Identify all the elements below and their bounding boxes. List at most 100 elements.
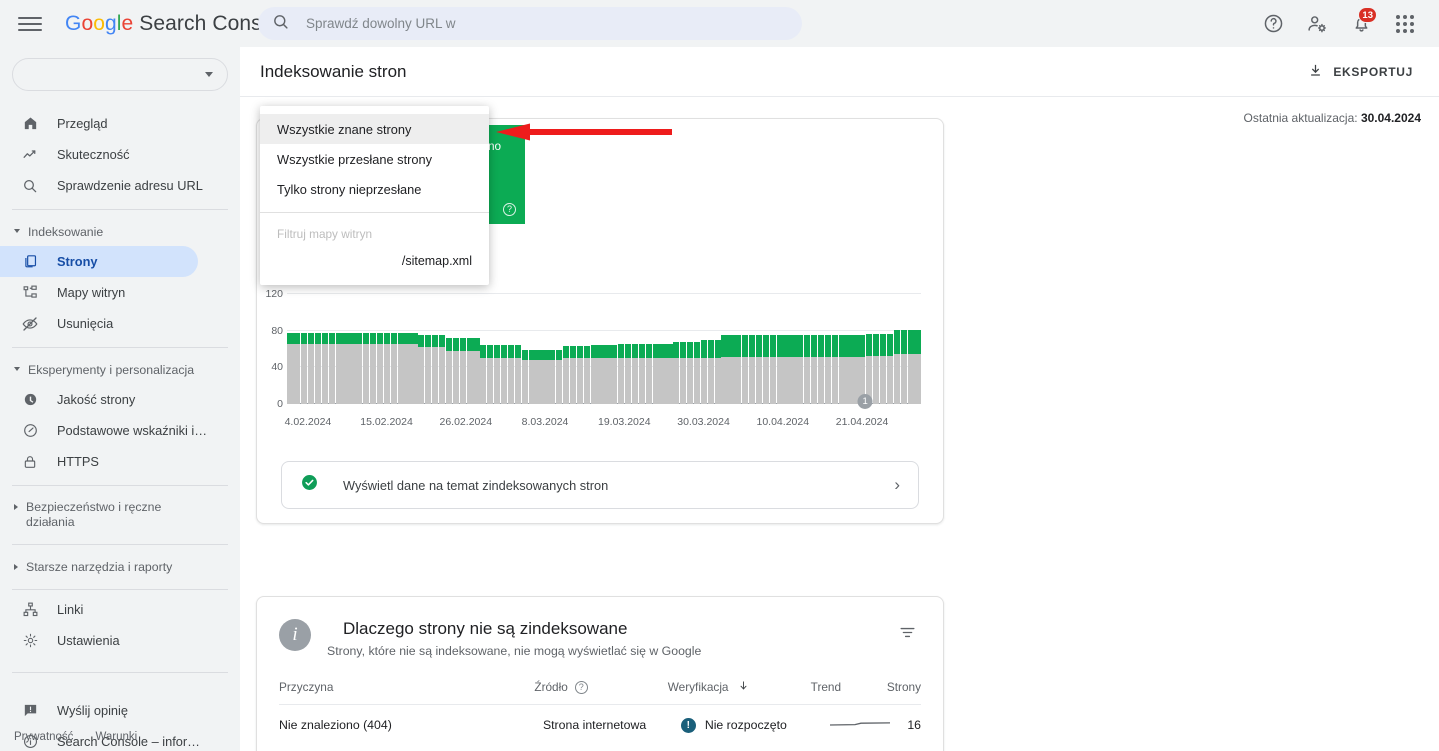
chart-bar[interactable] — [707, 294, 714, 404]
chart-bar[interactable] — [817, 294, 825, 404]
sidebar-item-core-web-vitals[interactable]: Podstawowe wskaźniki i… — [0, 415, 207, 446]
property-selector[interactable] — [12, 58, 228, 91]
chart-bar[interactable] — [342, 294, 349, 404]
chart-bar[interactable] — [349, 294, 356, 404]
sidebar-section-indexing[interactable]: Indeksowanie — [0, 218, 240, 246]
chart-bar[interactable] — [631, 294, 639, 404]
chart-bar[interactable] — [542, 294, 549, 404]
chart-bar[interactable] — [335, 294, 342, 404]
chart-bar[interactable] — [314, 294, 322, 404]
chart-bar[interactable] — [721, 294, 728, 404]
chart-bar[interactable] — [383, 294, 391, 404]
chart-bar[interactable] — [459, 294, 466, 404]
chart-bar[interactable] — [432, 294, 439, 404]
chart-bar[interactable] — [873, 294, 880, 404]
sidebar-item-https[interactable]: HTTPS — [0, 446, 198, 477]
chart-bar[interactable] — [659, 294, 666, 404]
chart-bar[interactable] — [507, 294, 515, 404]
chart-bar[interactable] — [914, 294, 921, 404]
sidebar-section-legacy[interactable]: Starsze narzędzia i raporty — [0, 553, 240, 581]
hamburger-icon[interactable] — [18, 12, 42, 36]
chart-bar[interactable] — [301, 294, 308, 404]
terms-link[interactable]: Warunki — [95, 731, 137, 743]
chart-bar[interactable] — [866, 294, 873, 404]
chart-bar[interactable] — [452, 294, 459, 404]
sidebar-item-sitemaps[interactable]: Mapy witryn — [0, 277, 198, 308]
chart-bar[interactable] — [790, 294, 797, 404]
sidebar-item-settings[interactable]: Ustawienia — [0, 625, 198, 656]
chart-bar[interactable] — [370, 294, 377, 404]
chart-bar[interactable] — [852, 294, 859, 404]
chart-bar[interactable] — [569, 294, 577, 404]
chart-bar[interactable] — [804, 294, 811, 404]
chart-bar[interactable] — [528, 294, 535, 404]
chart-bar[interactable] — [583, 294, 590, 404]
chart-bar[interactable] — [838, 294, 845, 404]
dropdown-item-sitemap[interactable]: /sitemap.xml — [260, 247, 489, 275]
chart-bar[interactable] — [652, 294, 659, 404]
chart-bar[interactable] — [308, 294, 315, 404]
chart-bar[interactable] — [907, 294, 914, 404]
chart-bar[interactable] — [749, 294, 756, 404]
sidebar-section-security[interactable]: Bezpieczeństwo i ręczne działania — [0, 494, 240, 536]
chart-bar[interactable] — [418, 294, 425, 404]
chart-bar[interactable] — [624, 294, 632, 404]
chart-bar[interactable] — [611, 294, 618, 404]
chart-bar[interactable] — [893, 294, 900, 404]
apps-grid-icon[interactable] — [1387, 6, 1423, 42]
chart-bar[interactable] — [590, 294, 597, 404]
chart-bar[interactable] — [521, 294, 528, 404]
chart-bar[interactable] — [811, 294, 818, 404]
chart-bar[interactable] — [762, 294, 769, 404]
chart-bar[interactable] — [480, 294, 487, 404]
chart-bar[interactable] — [673, 294, 680, 404]
search-box[interactable] — [258, 7, 802, 40]
chart-bar[interactable] — [363, 294, 370, 404]
chart-bar[interactable] — [411, 294, 418, 404]
chart-bar[interactable] — [693, 294, 701, 404]
chart-bar[interactable] — [397, 294, 404, 404]
chart-bar[interactable] — [294, 294, 301, 404]
sidebar-item-page-experience[interactable]: Jakość strony — [0, 384, 198, 415]
sidebar-item-feedback[interactable]: Wyślij opinię — [0, 695, 198, 726]
chart-bar[interactable] — [638, 294, 645, 404]
chart-bar[interactable] — [356, 294, 363, 404]
chart-annotation-marker[interactable]: 1 — [857, 394, 873, 409]
sidebar-item-pages[interactable]: Strony — [0, 246, 198, 277]
chart-bar[interactable] — [549, 294, 556, 404]
chart-bar[interactable] — [376, 294, 384, 404]
export-button[interactable]: EKSPORTUJ — [1300, 57, 1421, 87]
chart-bar[interactable] — [831, 294, 838, 404]
sidebar-section-experiments[interactable]: Eksperymenty i personalizacja — [0, 356, 240, 384]
chart-bar[interactable] — [514, 294, 521, 404]
chart-bar[interactable] — [879, 294, 887, 404]
chart-bar[interactable] — [287, 294, 294, 404]
chart-bar[interactable] — [618, 294, 625, 404]
dropdown-item-unsubmitted-pages[interactable]: Tylko strony nieprzesłane — [260, 174, 489, 204]
dropdown-item-all-known-pages[interactable]: Wszystkie znane strony — [260, 114, 489, 144]
filter-icon[interactable] — [894, 619, 921, 658]
help-icon[interactable] — [1255, 6, 1291, 42]
chart-bar[interactable] — [687, 294, 694, 404]
dropdown-item-all-submitted-pages[interactable]: Wszystkie przesłane strony — [260, 144, 489, 174]
sidebar-item-links[interactable]: Linki — [0, 594, 198, 625]
chart-bar[interactable] — [576, 294, 583, 404]
chart-bar[interactable] — [769, 294, 776, 404]
chart-bar[interactable] — [859, 294, 866, 404]
chart-bar[interactable] — [700, 294, 707, 404]
manage-accounts-icon[interactable] — [1299, 6, 1335, 42]
chart-bar[interactable] — [824, 294, 832, 404]
chart-bar[interactable] — [438, 294, 446, 404]
chart-bar[interactable] — [321, 294, 328, 404]
chart-bar[interactable] — [535, 294, 542, 404]
chart-bar[interactable] — [886, 294, 894, 404]
help-icon[interactable]: ? — [574, 680, 588, 694]
chart-bar[interactable] — [425, 294, 432, 404]
chart-bar[interactable] — [473, 294, 480, 404]
chart-bar[interactable] — [714, 294, 721, 404]
chart-bar[interactable] — [797, 294, 804, 404]
column-header-validation[interactable]: Weryfikacja — [668, 680, 811, 694]
chart-bar[interactable] — [556, 294, 563, 404]
chart-bar[interactable] — [597, 294, 604, 404]
chart-bar[interactable] — [680, 294, 687, 404]
